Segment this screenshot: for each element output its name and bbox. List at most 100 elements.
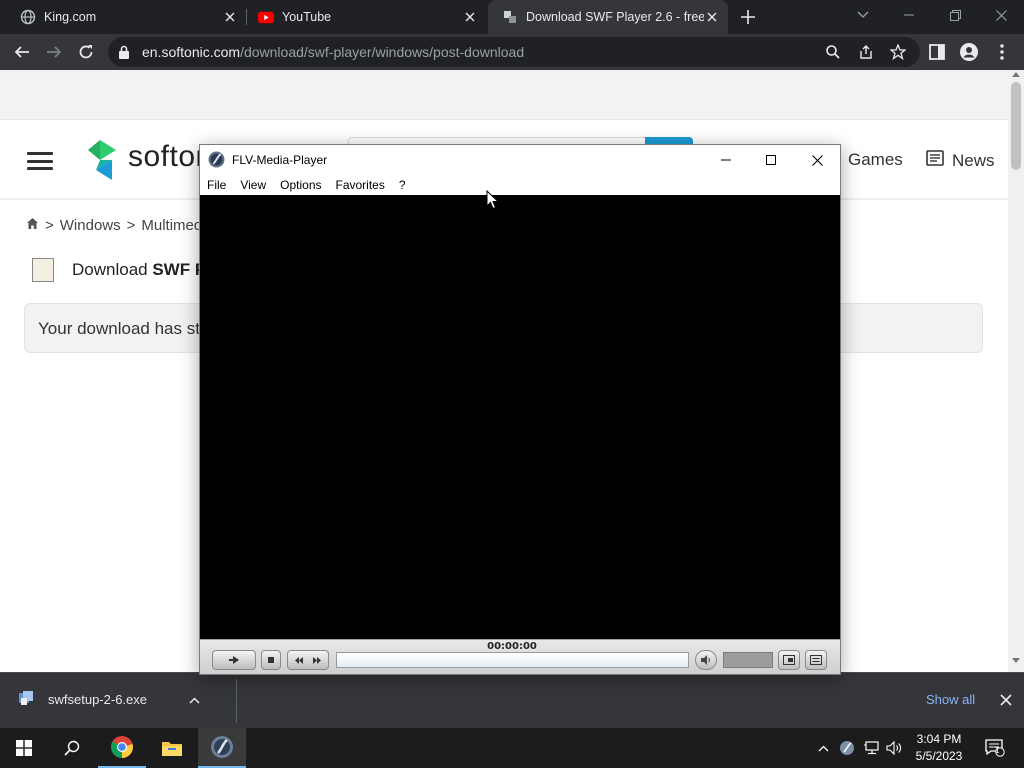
tab-close-icon[interactable] [222,9,238,25]
menu-view[interactable]: View [233,175,273,195]
stop-button[interactable] [261,650,281,670]
download-shelf: swfsetup-2-6.exe Show all [0,672,1024,728]
profile-avatar-icon[interactable] [956,39,982,65]
fullscreen-icon[interactable] [778,650,800,670]
action-center-icon[interactable]: 1 [982,736,1008,760]
clock-time: 3:04 PM [916,732,962,746]
rewind-icon[interactable] [295,651,303,669]
breadcrumb-separator: > [45,217,54,234]
flv-maximize-button[interactable] [748,145,794,175]
windows-taskbar: 3:04 PM 5/5/2023 1 [0,728,1024,768]
nav-news-label: News [952,150,995,170]
start-button[interactable] [0,728,48,768]
download-item[interactable]: swfsetup-2-6.exe [18,690,200,709]
more-menu-icon[interactable] [989,39,1015,65]
tab-search-chevron-icon[interactable] [840,0,886,30]
show-all-downloads-link[interactable]: Show all [926,692,975,707]
tab-title: Download SWF Player 2.6 - free [526,10,704,24]
flv-minimize-button[interactable] [703,145,749,175]
flv-menu-bar: File View Options Favorites ? [200,175,840,195]
page-scrollbar[interactable] [1008,70,1024,672]
ad-banner [0,70,1008,120]
scroll-down-arrow-icon[interactable] [1012,658,1020,663]
shelf-divider [236,679,237,723]
flv-tray-icon[interactable] [836,736,858,760]
side-panel-icon[interactable] [924,39,950,65]
hamburger-menu-icon[interactable] [27,152,53,170]
back-button[interactable] [8,38,36,66]
softonic-logo-icon[interactable] [88,140,124,185]
scroll-up-arrow-icon[interactable] [1012,72,1020,77]
address-bar[interactable]: en.softonic.com/download/swf-player/wind… [108,37,920,67]
windows-logo-icon [16,740,32,756]
taskbar-search-icon[interactable] [48,728,96,768]
clock-date: 5/5/2023 [915,749,963,763]
url-path: /download/swf-player/windows/post-downlo… [240,44,525,60]
swf-app-icon [32,258,54,282]
url-text: en.softonic.com/download/swf-player/wind… [142,44,524,60]
search-icon[interactable] [822,41,844,63]
tab-youtube[interactable]: YouTube [238,0,486,34]
softonic-favicon-icon [502,9,518,25]
playback-control-bar: 00:00:00 [200,639,840,674]
chrome-taskbar-icon[interactable] [98,728,146,768]
rewind-forward-buttons[interactable] [287,650,329,670]
flv-window-title: FLV-Media-Player [232,153,328,167]
show-hidden-icons-chevron-icon[interactable] [812,736,834,760]
tab-softonic[interactable]: Download SWF Player 2.6 - free [488,0,728,34]
url-host: en.softonic.com [142,44,241,60]
share-icon[interactable] [855,41,877,63]
download-options-chevron-icon[interactable] [189,692,200,707]
mute-speaker-icon[interactable] [695,650,717,670]
home-icon[interactable] [26,217,39,234]
flv-player-taskbar-icon[interactable] [198,728,246,768]
flv-close-button[interactable] [794,145,840,175]
new-tab-button[interactable] [736,5,760,29]
tab-close-icon[interactable] [704,9,720,25]
volume-icon[interactable] [883,736,905,760]
nav-news[interactable]: News [926,150,995,171]
download-title-prefix: Download [72,260,153,279]
download-title: Download SWF P [32,258,206,282]
reload-button[interactable] [72,38,100,66]
network-icon[interactable] [860,736,882,760]
youtube-icon [258,9,274,25]
tab-close-icon[interactable] [462,9,478,25]
menu-options[interactable]: Options [273,175,328,195]
close-shelf-icon[interactable] [1000,693,1012,711]
menu-file[interactable]: File [200,175,233,195]
download-filename: swfsetup-2-6.exe [48,692,147,707]
volume-slider[interactable] [723,652,773,668]
restore-window-button[interactable] [932,0,978,30]
tab-title: YouTube [282,10,332,24]
tab-king[interactable]: King.com [0,0,246,34]
lock-icon [118,45,130,64]
tab-title: King.com [44,10,97,24]
newspaper-icon [926,150,944,171]
play-button[interactable] [212,650,256,670]
seek-bar[interactable] [336,652,689,668]
minimize-window-button[interactable] [886,0,932,30]
scrollbar-thumb[interactable] [1011,82,1021,170]
notification-count: 1 [995,746,1000,755]
notice-text: Your download has st [38,319,200,338]
breadcrumb-windows[interactable]: Windows [60,217,121,234]
breadcrumb: > Windows > Multimedi [26,217,206,234]
playlist-icon[interactable] [805,650,827,670]
breadcrumb-multimedia[interactable]: Multimedi [141,217,205,234]
flv-title-bar[interactable]: FLV-Media-Player [200,145,840,175]
video-display-area[interactable] [200,195,840,639]
file-explorer-taskbar-icon[interactable] [148,728,196,768]
fast-forward-icon[interactable] [313,651,321,669]
breadcrumb-separator: > [126,217,136,234]
bookmark-star-icon[interactable] [887,41,909,63]
browser-tab-strip: King.com YouTube Download SWF Player 2.6… [0,0,1024,34]
menu-favorites[interactable]: Favorites [329,175,392,195]
menu-help[interactable]: ? [392,175,413,195]
close-window-button[interactable] [978,0,1024,30]
forward-button[interactable] [40,38,68,66]
browser-toolbar: en.softonic.com/download/swf-player/wind… [0,34,1024,70]
mouse-cursor-icon [486,189,500,215]
system-clock[interactable]: 3:04 PM 5/5/2023 [906,731,972,765]
installer-file-icon [18,690,34,709]
